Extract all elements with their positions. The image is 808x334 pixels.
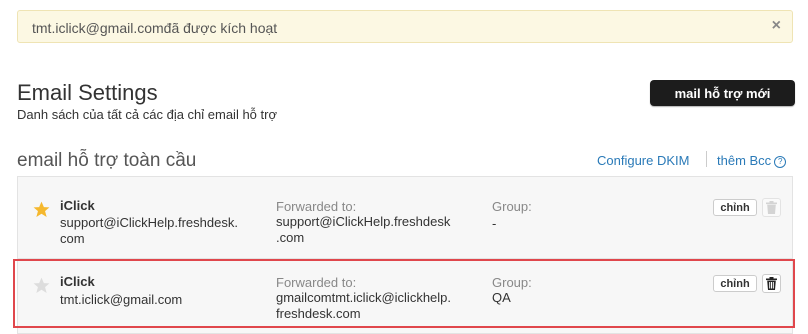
email-row: iClick tmt.iclick@gmail.com Forwarded to… [17,259,793,327]
activation-alert: tmt.iclick@gmail.comđã được kích hoạt × [17,10,793,43]
close-icon[interactable]: × [772,17,781,35]
email-row: iClick support@iClickHelp.freshdesk. com… [17,185,793,255]
trash-icon [766,277,777,290]
delete-button[interactable] [762,198,781,217]
star-icon[interactable] [32,276,51,295]
email-address: tmt.iclick@gmail.com [60,292,260,308]
page-subtitle: Danh sách của tất cả các địa chỉ email h… [17,107,277,122]
add-bcc-link[interactable]: thêm Bcc? [717,153,787,168]
group-label: Group: [492,199,532,214]
new-support-email-button[interactable]: mail hỗ trợ mới [650,80,795,106]
email-address-line: com [60,231,85,246]
email-address-line: tmt.iclick@gmail.com [60,292,183,307]
email-address: support@iClickHelp.freshdesk. com [60,215,260,247]
email-address-line: support@iClickHelp.freshdesk. [60,215,238,230]
edit-button[interactable]: chỉnh [713,199,757,216]
forwarded-address: gmailcomtmt.iclick@iclickhelp. freshdesk… [276,290,476,322]
forwarded-label: Forwarded to: [276,275,357,290]
star-shape [33,277,50,294]
forwarded-address-line: gmailcomtmt.iclick@iclickhelp. [276,290,452,305]
delete-button[interactable] [762,274,781,293]
forwarded-address-line: support@iClickHelp.freshdesk [276,214,451,229]
group-value: - [492,216,497,231]
forwarded-label: Forwarded to: [276,199,357,214]
link-divider [706,151,707,167]
email-name: iClick [60,198,95,213]
help-icon: ? [774,155,787,168]
forwarded-address: support@iClickHelp.freshdesk .com [276,214,476,246]
group-value: QA [492,290,511,305]
page-title: Email Settings [17,80,158,105]
trash-icon [766,201,777,214]
section-title: email hỗ trợ toàn cầu [17,150,197,171]
configure-dkim-link[interactable]: Configure DKIM [597,153,689,168]
alert-message: tmt.iclick@gmail.comđã được kích hoạt [32,20,278,36]
add-bcc-label: thêm Bcc [717,153,772,168]
star-icon[interactable] [32,200,51,219]
forwarded-address-line: .com [276,230,305,245]
group-label: Group: [492,275,532,290]
forwarded-address-line: freshdesk.com [276,306,361,321]
email-name: iClick [60,274,95,289]
edit-button[interactable]: chỉnh [713,275,757,292]
star-shape [33,201,50,218]
